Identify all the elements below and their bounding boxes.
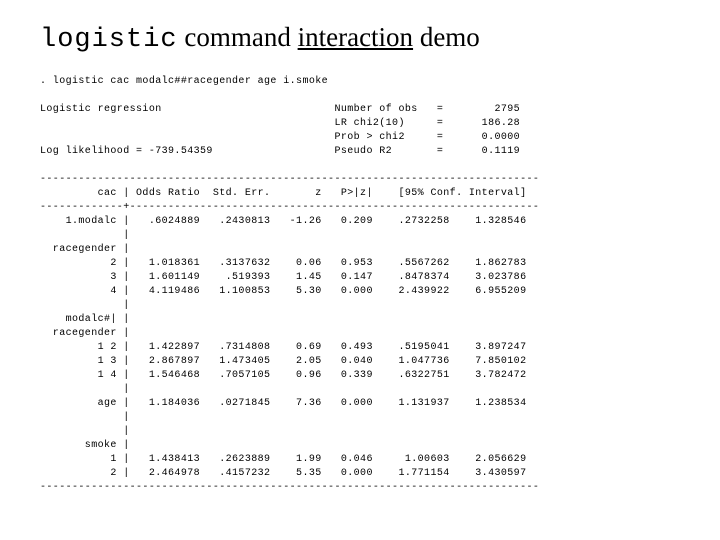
title-word-command: command — [178, 22, 298, 52]
title-word-interaction: interaction — [298, 22, 413, 52]
stata-output: . logistic cac modalc##racegender age i.… — [40, 75, 680, 495]
title-word-logistic: logistic — [40, 25, 178, 55]
slide-title: logistic command interaction demo — [40, 22, 680, 55]
title-word-demo: demo — [413, 22, 480, 52]
